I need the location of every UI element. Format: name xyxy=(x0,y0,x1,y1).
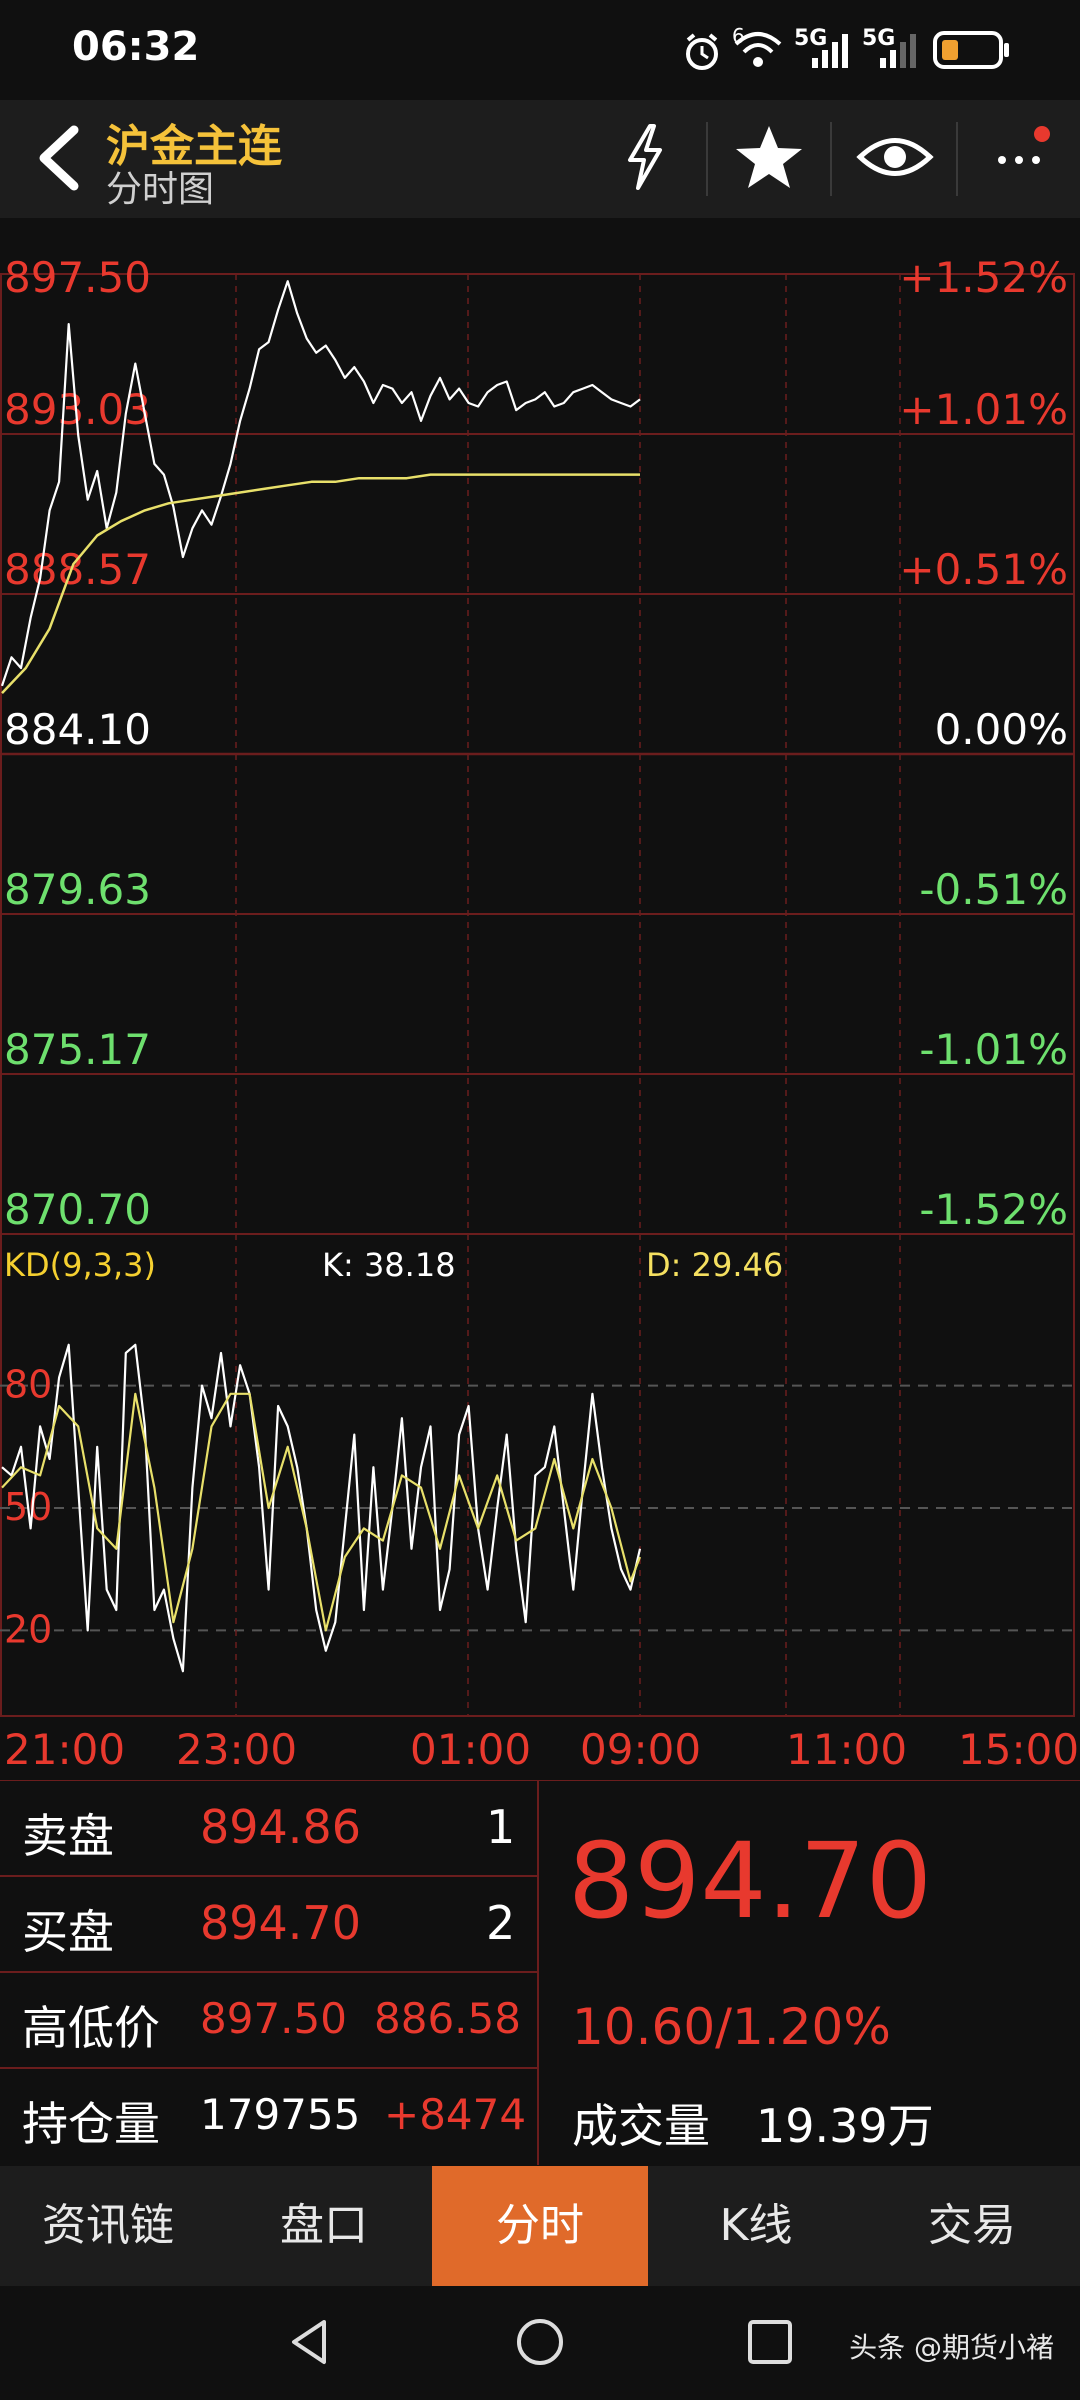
tab-timeshare[interactable]: 分时 xyxy=(432,2166,648,2286)
status-time: 06:32 xyxy=(72,24,200,70)
open-interest-value: 179755 xyxy=(200,2090,361,2139)
back-nav-icon[interactable] xyxy=(282,2314,338,2374)
time-label: 15:00 xyxy=(958,1725,1079,1774)
open-interest-change: +8474 xyxy=(384,2090,527,2139)
price-change: 10.60/1.20% xyxy=(572,1998,891,2056)
order-panel: 卖盘 894.86 1 买盘 894.70 2 高低价 897.50 886.5… xyxy=(0,1780,1080,2165)
volume-label: 成交量 xyxy=(572,2099,710,2153)
recents-icon[interactable] xyxy=(742,2314,798,2374)
kd-level-label: 80 xyxy=(4,1363,52,1407)
price-label-left: 879.63 xyxy=(4,865,151,914)
kd-level-label: 20 xyxy=(4,1607,52,1651)
time-label: 09:00 xyxy=(580,1725,701,1774)
chart-area[interactable]: 897.50893.03888.57884.10879.63875.17870.… xyxy=(0,218,1080,1780)
time-label: 11:00 xyxy=(786,1725,907,1774)
price-label-left: 888.57 xyxy=(4,545,151,594)
tab-news[interactable]: 资讯链 xyxy=(0,2166,216,2286)
buy-qty: 2 xyxy=(486,1896,516,1950)
back-icon[interactable] xyxy=(26,118,96,198)
price-label-left: 884.10 xyxy=(4,705,151,754)
signal-icon xyxy=(810,30,850,77)
sell-qty: 1 xyxy=(486,1800,516,1854)
price-label-right: +0.51% xyxy=(899,545,1068,594)
time-label: 21:00 xyxy=(4,1725,125,1774)
price-label-right: +1.52% xyxy=(899,253,1068,302)
kd-title: KD(9,3,3) xyxy=(4,1246,156,1284)
price-label-right: 0.00% xyxy=(935,705,1068,754)
high-low-label: 高低价 xyxy=(22,2001,160,2055)
price-label-right: -0.51% xyxy=(919,865,1068,914)
sell-label: 卖盘 xyxy=(22,1809,114,1863)
lightning-icon[interactable] xyxy=(600,112,690,202)
status-bar: 06:32 6 5G 5G xyxy=(0,0,1080,100)
time-label: 01:00 xyxy=(410,1725,531,1774)
last-price: 894.70 xyxy=(568,1820,932,1942)
low-price: 886.58 xyxy=(374,1994,521,2043)
buy-price[interactable]: 894.70 xyxy=(200,1896,361,1950)
home-icon[interactable] xyxy=(512,2314,568,2374)
price-label-left: 870.70 xyxy=(4,1185,151,1234)
battery-icon xyxy=(932,28,1012,79)
bottom-tabs: 资讯链 盘口 分时 K线 交易 xyxy=(0,2166,1080,2286)
watermark: 头条 @期货小褚 xyxy=(849,2331,1054,2364)
price-label-left: 875.17 xyxy=(4,1025,151,1074)
eye-icon[interactable] xyxy=(850,112,940,202)
signal-icon-2 xyxy=(878,30,918,77)
buy-label: 买盘 xyxy=(22,1905,114,1959)
high-price: 897.50 xyxy=(200,1994,347,2043)
wifi-badge: 6 xyxy=(732,24,745,48)
tab-kline[interactable]: K线 xyxy=(648,2166,864,2286)
header-divider xyxy=(830,122,832,196)
price-label-right: -1.01% xyxy=(919,1025,1068,1074)
alarm-icon xyxy=(680,30,724,81)
volume-value: 19.39万 xyxy=(756,2099,934,2153)
time-label: 23:00 xyxy=(176,1725,297,1774)
header: 沪金主连 分时图 xyxy=(0,100,1080,218)
kd-k-value: K: 38.18 xyxy=(322,1246,456,1284)
tab-trade[interactable]: 交易 xyxy=(864,2166,1080,2286)
more-icon[interactable] xyxy=(974,112,1064,202)
tab-orderbook[interactable]: 盘口 xyxy=(216,2166,432,2286)
header-divider xyxy=(706,122,708,196)
star-icon[interactable] xyxy=(724,112,814,202)
price-label-right: -1.52% xyxy=(919,1185,1068,1234)
price-label-right: +1.01% xyxy=(899,385,1068,434)
header-divider xyxy=(956,122,958,196)
sell-price[interactable]: 894.86 xyxy=(200,1800,361,1854)
price-label-left: 897.50 xyxy=(4,253,151,302)
open-interest-label: 持仓量 xyxy=(22,2097,160,2151)
page-subtitle: 分时图 xyxy=(106,169,215,210)
kd-d-value: D: 29.46 xyxy=(646,1246,783,1284)
